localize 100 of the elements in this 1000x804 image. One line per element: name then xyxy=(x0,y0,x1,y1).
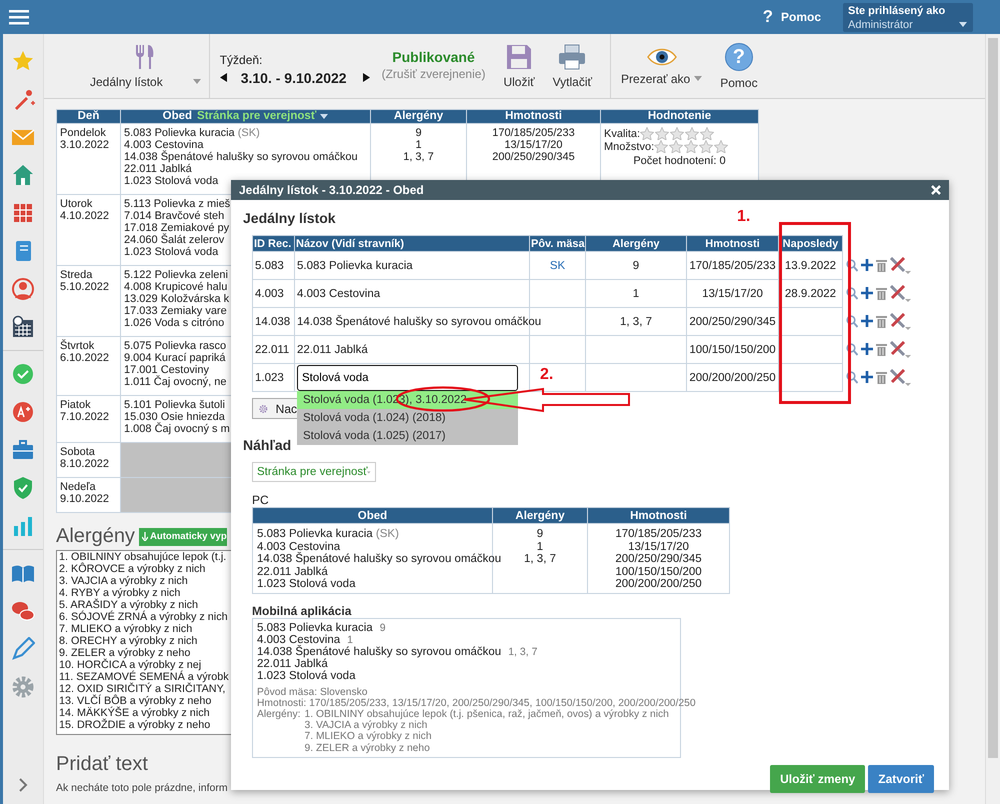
next-icon[interactable] xyxy=(362,73,370,82)
section-title: Jedálny lístok xyxy=(243,210,336,226)
trash-icon[interactable] xyxy=(876,342,887,356)
suggestion-item[interactable]: Stolová voda (1.025) (2017) xyxy=(297,427,518,445)
dish-name: 5.101 Polievka šutoli xyxy=(124,399,225,411)
tools-icon[interactable] xyxy=(890,284,911,302)
print-button[interactable]: Vytlačiť xyxy=(552,44,592,88)
table-cell: 4.003 xyxy=(252,280,294,308)
tools-icon[interactable] xyxy=(890,368,911,386)
allergen-item: 5. ARAŠIDY a výrobky z nich xyxy=(59,599,198,611)
save-button[interactable]: Uložiť xyxy=(503,44,535,88)
dish-name: 1.023 Stolová voda xyxy=(124,246,218,258)
star-icon[interactable] xyxy=(684,140,698,153)
tools-icon[interactable] xyxy=(890,256,911,274)
star-icon[interactable] xyxy=(11,49,35,73)
close-button[interactable]: Zatvoriť xyxy=(868,764,934,793)
plus-icon[interactable] xyxy=(861,371,873,383)
trash-icon[interactable] xyxy=(876,286,887,300)
briefcase-icon[interactable] xyxy=(11,438,35,462)
close-icon[interactable] xyxy=(931,185,941,195)
weights: 200/250/290/345 xyxy=(615,553,702,566)
search-icon[interactable] xyxy=(846,258,858,272)
column-header: Alergény xyxy=(586,236,686,252)
detail-text: 7. MLIEKO a výrobky z nich xyxy=(304,731,432,743)
help-link[interactable]: ? Pomoc xyxy=(762,7,821,27)
chat-icon[interactable] xyxy=(11,599,35,623)
allergen-item: 2. KÔROVCE a výrobky z nich xyxy=(59,563,206,575)
view-as-button[interactable]: Prezerať ako xyxy=(621,46,702,86)
search-icon[interactable] xyxy=(846,314,858,328)
plus-icon[interactable] xyxy=(861,287,873,299)
grade-badge-icon[interactable] xyxy=(11,400,35,424)
section-title: Pridať text xyxy=(56,753,148,776)
allergen-list-field[interactable] xyxy=(56,550,234,735)
star-icon[interactable] xyxy=(654,140,668,153)
day-date: 9.10.2022 xyxy=(60,493,109,505)
column-header: Hmotnosti xyxy=(588,508,730,524)
trash-icon[interactable] xyxy=(876,314,887,328)
plus-icon[interactable] xyxy=(861,343,873,355)
trash-icon[interactable] xyxy=(876,370,887,384)
star-icon[interactable] xyxy=(714,140,728,153)
chevron-right-icon[interactable] xyxy=(18,777,28,793)
allergen-codes: 1, 3, 7 xyxy=(403,151,434,163)
grid-icon[interactable] xyxy=(11,201,35,225)
help-button[interactable]: ? Pomoc xyxy=(720,42,758,90)
plus-icon[interactable] xyxy=(861,259,873,271)
view-select[interactable]: Stránka pre verejnosť xyxy=(252,462,376,482)
weights: 100/150/150/200 xyxy=(615,566,702,578)
gear-icon[interactable] xyxy=(11,675,35,699)
bar-chart-icon[interactable] xyxy=(11,514,35,538)
name-input[interactable]: Stolová voda xyxy=(297,364,518,390)
tools-icon[interactable] xyxy=(890,340,911,358)
pen-icon[interactable] xyxy=(11,637,35,661)
column-header: Hmotnosti xyxy=(466,110,600,124)
menu-icon[interactable] xyxy=(9,9,29,25)
table-cell: 22.011 Jablká xyxy=(297,344,368,356)
caret-icon xyxy=(192,79,201,84)
allergen-item: 3. VAJCIA a výrobky z nich xyxy=(59,575,188,587)
day-date: 4.10.2022 xyxy=(60,210,109,222)
scrollbar[interactable] xyxy=(985,34,1000,804)
star-icon[interactable] xyxy=(670,127,684,140)
table-cell: 200/200/200/250 xyxy=(689,372,776,384)
preview-label: PC xyxy=(252,493,269,507)
person-icon[interactable] xyxy=(11,277,35,301)
search-icon[interactable] xyxy=(846,286,858,300)
star-icon[interactable] xyxy=(640,127,654,140)
plus-icon[interactable] xyxy=(861,315,873,327)
calendar-icon[interactable] xyxy=(11,315,35,339)
dish-name: 1.026 Voda s citróno xyxy=(124,317,224,329)
table-cell: 22.011 xyxy=(252,336,294,364)
table-cell: 170/185/205/233 xyxy=(689,260,776,272)
star-icon[interactable] xyxy=(685,127,700,140)
column-header: Alergény xyxy=(370,110,466,124)
table-cell: 28.9.2022 xyxy=(784,288,836,300)
table-cell: 9 xyxy=(632,260,640,272)
origin-link[interactable]: SK xyxy=(550,260,566,272)
suggest-button[interactable]: Nac xyxy=(252,398,298,419)
trash-icon[interactable] xyxy=(876,258,887,272)
search-icon[interactable] xyxy=(846,370,858,384)
suggestion-item[interactable]: Stolová voda (1.024) (2018) xyxy=(297,409,518,427)
previous-icon[interactable] xyxy=(220,73,227,82)
star-icon[interactable] xyxy=(700,127,714,140)
week-label: Týždeň: xyxy=(220,52,264,66)
tools-icon[interactable] xyxy=(890,312,911,330)
check-badge-icon[interactable] xyxy=(11,362,35,386)
dish-name: 15.030 Osie hniezda xyxy=(124,411,225,423)
rating-label: Množstvo: xyxy=(604,140,654,152)
dish-name: 13.029 Koložvárska k xyxy=(124,293,230,305)
detail-text: 3. VAJCIA a výrobky z nich xyxy=(304,720,428,732)
search-icon[interactable] xyxy=(846,342,858,356)
star-icon[interactable] xyxy=(669,140,684,153)
menu-select[interactable]: Jedálny lístok xyxy=(90,44,201,88)
star-icon[interactable] xyxy=(655,127,670,140)
allergen-item: 6. SÓJOVÉ ZRNÁ a výrobky z nich xyxy=(59,611,228,623)
shield-icon[interactable] xyxy=(11,476,35,500)
day-date: 8.10.2022 xyxy=(60,458,109,470)
star-icon[interactable] xyxy=(699,140,714,153)
column-header: Názov (Vidí stravník) xyxy=(294,236,530,252)
house-icon[interactable] xyxy=(11,163,35,187)
user-select[interactable]: Ste prihlásený ako Administrátor xyxy=(843,2,973,32)
preview-label: Mobilná aplikácia xyxy=(252,604,352,618)
